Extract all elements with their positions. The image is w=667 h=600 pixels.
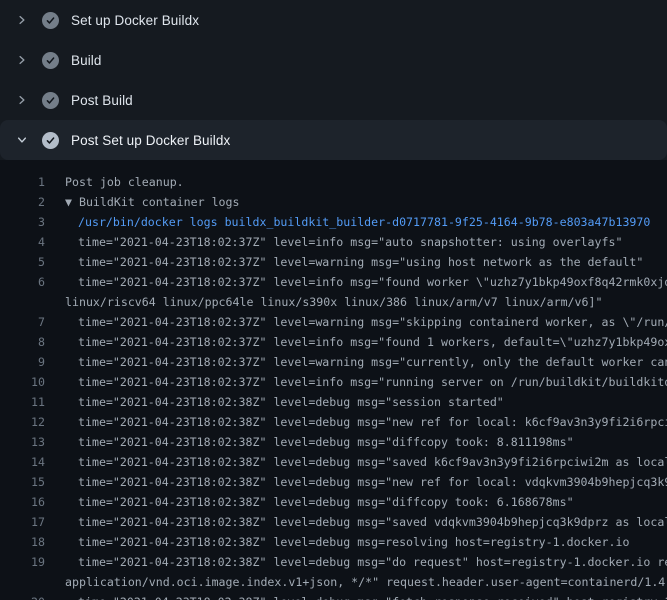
check-circle-icon — [42, 12, 59, 29]
log-line-number[interactable]: 18 — [0, 532, 45, 552]
log-line-number[interactable]: 8 — [0, 332, 45, 352]
log-line-text: application/vnd.oci.image.index.v1+json,… — [65, 572, 667, 592]
log-line-text: /usr/bin/docker logs buildx_buildkit_bui… — [78, 212, 667, 232]
log-line-number[interactable]: 6 — [0, 272, 45, 292]
log-line-text: time="2021-04-23T18:02:38Z" level=debug … — [78, 452, 667, 472]
log-line: 8 time="2021-04-23T18:02:37Z" level=info… — [0, 332, 667, 352]
log-line-number — [0, 292, 45, 312]
step-header-set-up-docker-buildx[interactable]: Set up Docker Buildx — [0, 0, 667, 40]
log-line-number[interactable]: 20 — [0, 592, 45, 600]
chevron-right-icon — [14, 92, 30, 108]
steps-list: Set up Docker Buildx Build Post Build Po… — [0, 0, 667, 160]
log-line: 14 time="2021-04-23T18:02:38Z" level=deb… — [0, 452, 667, 472]
log-line: 12 time="2021-04-23T18:02:38Z" level=deb… — [0, 412, 667, 432]
log-line-text: time="2021-04-23T18:02:38Z" level=debug … — [78, 552, 667, 572]
log-line-text: Post job cleanup. — [65, 172, 667, 192]
log-line-number[interactable]: 15 — [0, 472, 45, 492]
log-line-text: time="2021-04-23T18:02:38Z" level=debug … — [78, 412, 667, 432]
log-line: application/vnd.oci.image.index.v1+json,… — [0, 572, 667, 592]
step-label: Post Build — [71, 93, 133, 108]
log-line-number — [0, 572, 45, 592]
log-line-number[interactable]: 3 — [0, 212, 45, 232]
log-line-text: ▼ BuildKit container logs — [65, 192, 667, 212]
log-line: 6 time="2021-04-23T18:02:37Z" level=info… — [0, 272, 667, 292]
log-line-number[interactable]: 12 — [0, 412, 45, 432]
log-line-number[interactable]: 11 — [0, 392, 45, 412]
log-viewer: 1 Post job cleanup. 2 ▼ BuildKit contain… — [0, 160, 667, 600]
log-line-number[interactable]: 9 — [0, 352, 45, 372]
log-line: 11 time="2021-04-23T18:02:38Z" level=deb… — [0, 392, 667, 412]
check-circle-icon — [42, 52, 59, 69]
log-line-number[interactable]: 14 — [0, 452, 45, 472]
step-header-post-build[interactable]: Post Build — [0, 80, 667, 120]
log-line-text: time="2021-04-23T18:02:37Z" level=info m… — [78, 272, 667, 292]
log-line: 16 time="2021-04-23T18:02:38Z" level=deb… — [0, 492, 667, 512]
log-line-number[interactable]: 1 — [0, 172, 45, 192]
log-line: 2 ▼ BuildKit container logs — [0, 192, 667, 212]
log-line-text: time="2021-04-23T18:02:38Z" level=debug … — [78, 592, 667, 600]
log-line-number[interactable]: 2 — [0, 192, 45, 212]
log-line: 7 time="2021-04-23T18:02:37Z" level=warn… — [0, 312, 667, 332]
chevron-down-icon — [14, 132, 30, 148]
log-line: 13 time="2021-04-23T18:02:38Z" level=deb… — [0, 432, 667, 452]
log-line-text: time="2021-04-23T18:02:38Z" level=debug … — [78, 532, 667, 552]
log-line-text: time="2021-04-23T18:02:37Z" level=info m… — [78, 232, 667, 252]
log-line: 9 time="2021-04-23T18:02:37Z" level=warn… — [0, 352, 667, 372]
log-line: 15 time="2021-04-23T18:02:38Z" level=deb… — [0, 472, 667, 492]
log-line-number[interactable]: 7 — [0, 312, 45, 332]
log-line-number[interactable]: 19 — [0, 552, 45, 572]
step-label: Build — [71, 53, 102, 68]
log-line-number[interactable]: 17 — [0, 512, 45, 532]
log-line: 17 time="2021-04-23T18:02:38Z" level=deb… — [0, 512, 667, 532]
log-line-text: time="2021-04-23T18:02:37Z" level=warnin… — [78, 252, 667, 272]
chevron-right-icon — [14, 12, 30, 28]
log-line-number[interactable]: 5 — [0, 252, 45, 272]
log-line-text: time="2021-04-23T18:02:37Z" level=info m… — [78, 372, 667, 392]
log-line-text: time="2021-04-23T18:02:37Z" level=warnin… — [78, 352, 667, 372]
log-line: 5 time="2021-04-23T18:02:37Z" level=warn… — [0, 252, 667, 272]
step-label: Post Set up Docker Buildx — [71, 133, 230, 148]
log-line-number[interactable]: 13 — [0, 432, 45, 452]
log-line-text: time="2021-04-23T18:02:37Z" level=info m… — [78, 332, 667, 352]
log-line: 19 time="2021-04-23T18:02:38Z" level=deb… — [0, 552, 667, 572]
log-line-text: linux/riscv64 linux/ppc64le linux/s390x … — [65, 292, 667, 312]
log-line: 18 time="2021-04-23T18:02:38Z" level=deb… — [0, 532, 667, 552]
chevron-right-icon — [14, 52, 30, 68]
log-line: 1 Post job cleanup. — [0, 172, 667, 192]
log-line-number[interactable]: 4 — [0, 232, 45, 252]
step-header-build[interactable]: Build — [0, 40, 667, 80]
log-line: 3 /usr/bin/docker logs buildx_buildkit_b… — [0, 212, 667, 232]
log-line: linux/riscv64 linux/ppc64le linux/s390x … — [0, 292, 667, 312]
log-line: 10 time="2021-04-23T18:02:37Z" level=inf… — [0, 372, 667, 392]
log-line-text: time="2021-04-23T18:02:38Z" level=debug … — [78, 432, 667, 452]
log-line-text: time="2021-04-23T18:02:37Z" level=warnin… — [78, 312, 667, 332]
check-circle-icon — [42, 132, 59, 149]
log-line: 20 time="2021-04-23T18:02:38Z" level=deb… — [0, 592, 667, 600]
check-circle-icon — [42, 92, 59, 109]
log-line-number[interactable]: 16 — [0, 492, 45, 512]
log-line-text: time="2021-04-23T18:02:38Z" level=debug … — [78, 512, 667, 532]
log-line-text: time="2021-04-23T18:02:38Z" level=debug … — [78, 392, 667, 412]
log-line: 4 time="2021-04-23T18:02:37Z" level=info… — [0, 232, 667, 252]
step-header-post-set-up-docker-buildx[interactable]: Post Set up Docker Buildx — [0, 120, 667, 160]
log-line-text: time="2021-04-23T18:02:38Z" level=debug … — [78, 492, 667, 512]
log-line-text: time="2021-04-23T18:02:38Z" level=debug … — [78, 472, 667, 492]
log-line-number[interactable]: 10 — [0, 372, 45, 392]
step-label: Set up Docker Buildx — [71, 13, 199, 28]
